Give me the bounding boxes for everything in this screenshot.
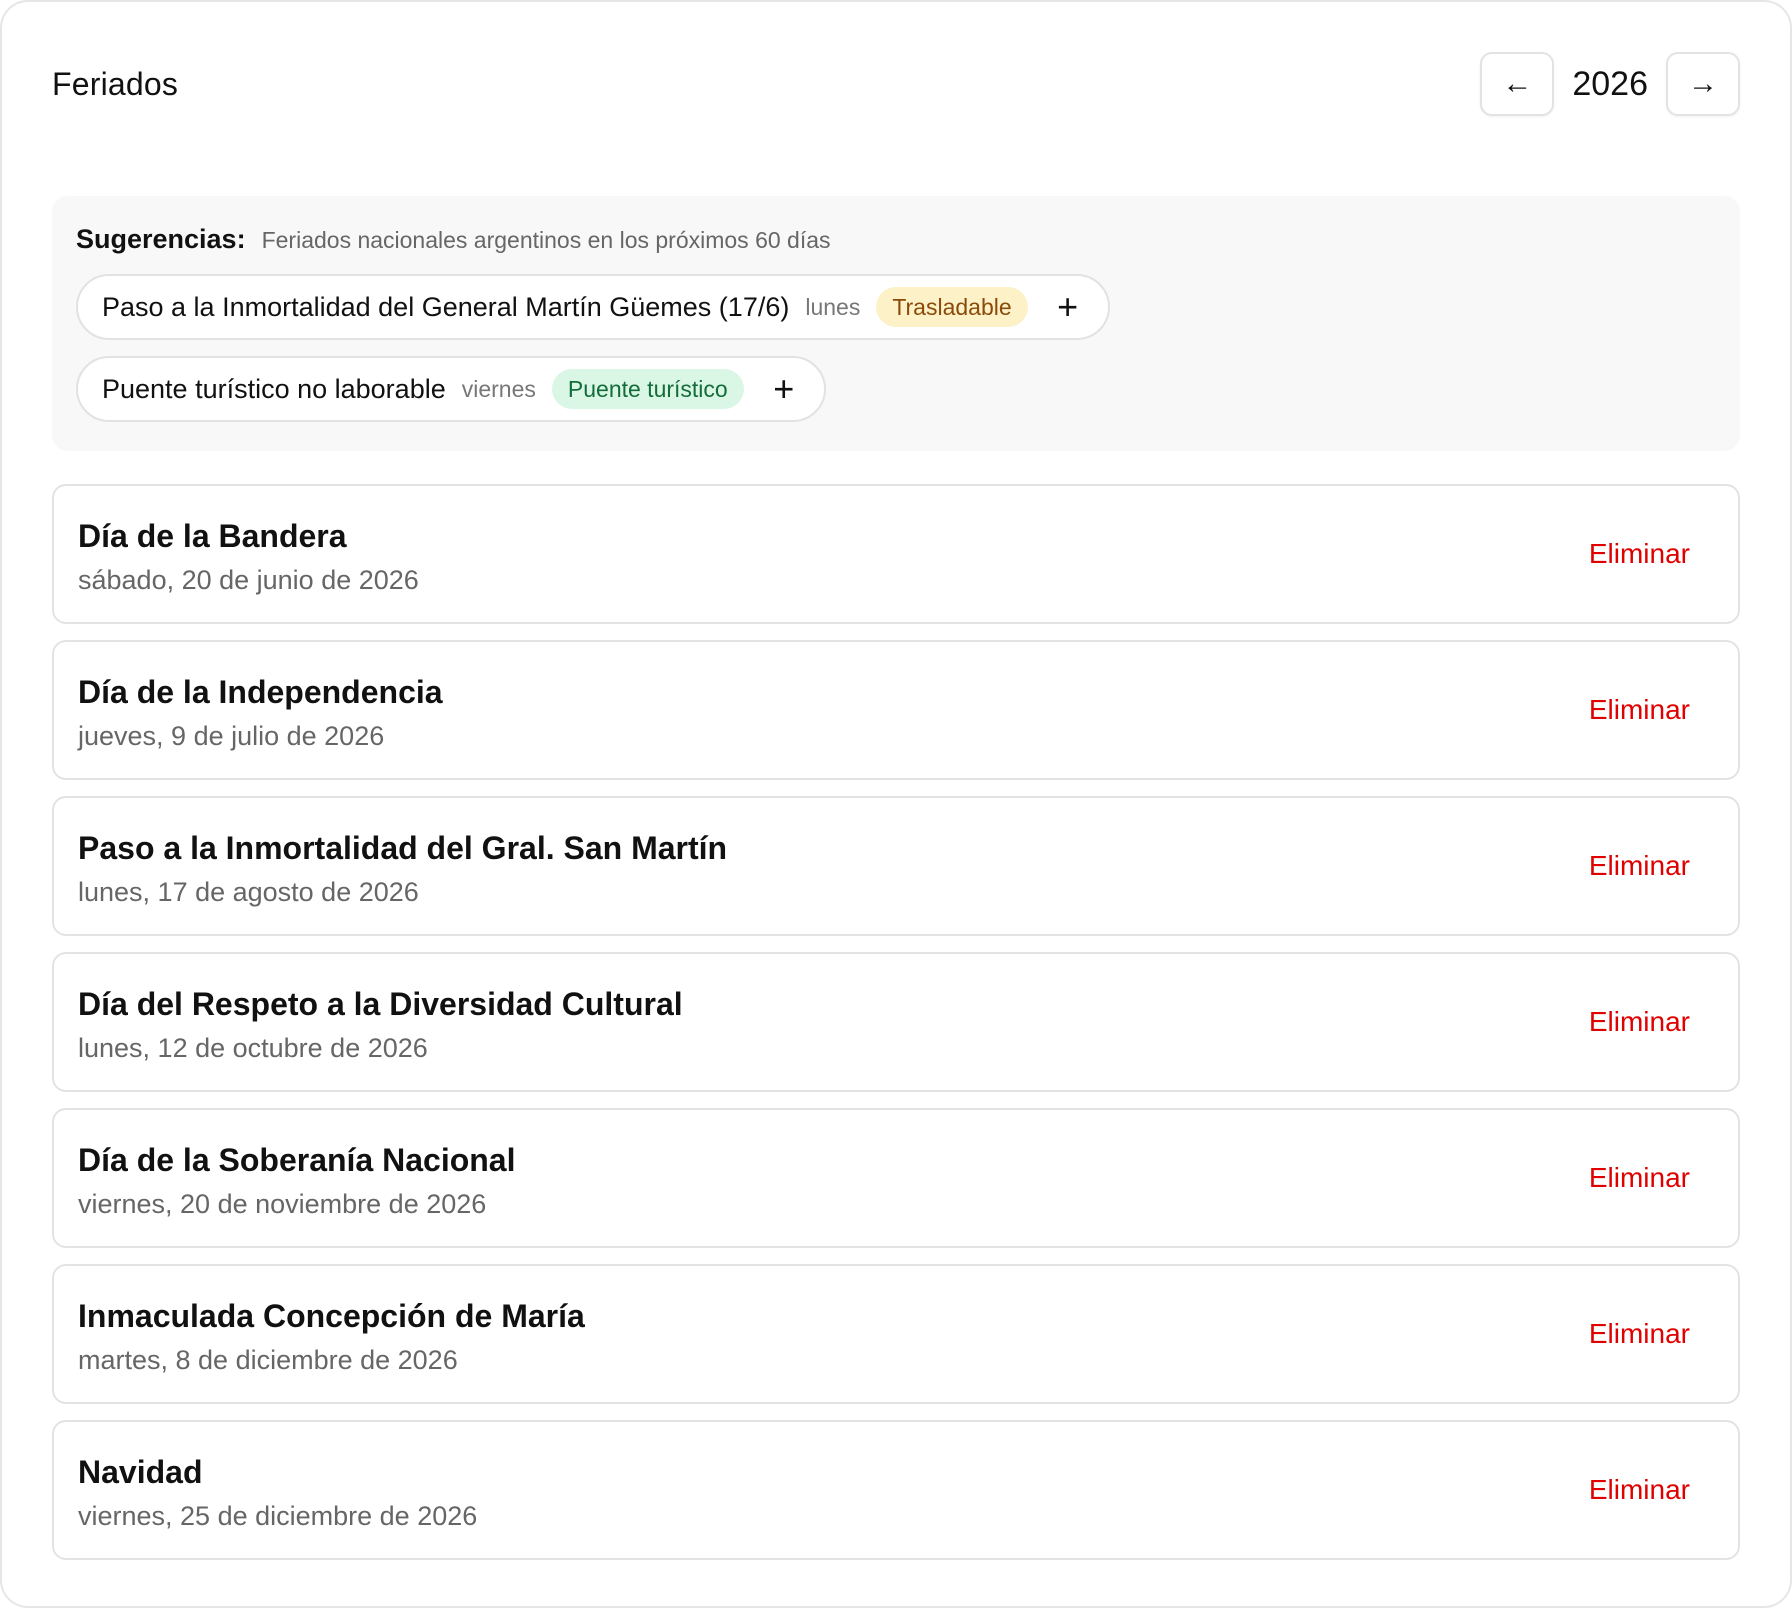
delete-button[interactable]: Eliminar: [1589, 1318, 1690, 1350]
suggestion-chip[interactable]: Puente turístico no laborable viernes Pu…: [76, 356, 826, 422]
delete-button[interactable]: Eliminar: [1589, 1006, 1690, 1038]
arrow-right-icon: →: [1688, 67, 1718, 100]
suggestions-subtitle: Feriados nacionales argentinos en los pr…: [261, 227, 831, 253]
holiday-name: Día de la Independencia: [78, 674, 443, 710]
holiday-name: Inmaculada Concepción de María: [78, 1298, 585, 1334]
suggestion-badge: Puente turístico: [551, 369, 744, 409]
header: Feriados ← 2026 →: [52, 52, 1740, 116]
holidays-card: Feriados ← 2026 → Sugerencias: Feriados …: [0, 0, 1792, 1608]
holiday-list: Día de la Bandera sábado, 20 de junio de…: [52, 484, 1740, 1576]
suggestions-title: Sugerencias:: [76, 224, 246, 254]
holiday-name: Paso a la Inmortalidad del Gral. San Mar…: [78, 830, 728, 866]
holiday-item: Paso a la Inmortalidad del Gral. San Mar…: [52, 796, 1740, 936]
suggestion-weekday: lunes: [805, 293, 861, 320]
holiday-item: Día de la Independencia jueves, 9 de jul…: [52, 640, 1740, 780]
holiday-item: Día de la Soberanía Nacional viernes, 20…: [52, 1108, 1740, 1248]
plus-icon[interactable]: +: [1052, 289, 1084, 325]
year-navigator: ← 2026 →: [1480, 52, 1740, 116]
next-year-button[interactable]: →: [1666, 52, 1740, 116]
holiday-item: Día del Respeto a la Diversidad Cultural…: [52, 952, 1740, 1092]
holiday-item: Inmaculada Concepción de María martes, 8…: [52, 1264, 1740, 1404]
suggestions-panel: Sugerencias: Feriados nacionales argenti…: [52, 196, 1740, 451]
holiday-name: Día del Respeto a la Diversidad Cultural: [78, 986, 683, 1022]
holiday-date: sábado, 20 de junio de 2026: [78, 565, 419, 595]
holiday-date: jueves, 9 de julio de 2026: [78, 721, 385, 751]
holiday-item: Día de la Bandera sábado, 20 de junio de…: [52, 484, 1740, 624]
page-title: Feriados: [52, 65, 179, 102]
holiday-date: viernes, 25 de diciembre de 2026: [78, 1501, 478, 1531]
holiday-name: Día de la Bandera: [78, 518, 347, 554]
suggestion-chip[interactable]: Paso a la Inmortalidad del General Martí…: [76, 274, 1110, 340]
holiday-name: Día de la Soberanía Nacional: [78, 1142, 516, 1178]
suggestions-header: Sugerencias: Feriados nacionales argenti…: [76, 224, 1716, 258]
holiday-name: Navidad: [78, 1454, 203, 1490]
plus-icon[interactable]: +: [768, 371, 800, 407]
suggestion-badge: Trasladable: [876, 287, 1028, 327]
delete-button[interactable]: Eliminar: [1589, 538, 1690, 570]
delete-button[interactable]: Eliminar: [1589, 850, 1690, 882]
arrow-left-icon: ←: [1502, 67, 1533, 100]
holiday-date: lunes, 17 de agosto de 2026: [78, 877, 419, 907]
holiday-date: lunes, 12 de octubre de 2026: [78, 1033, 428, 1063]
delete-button[interactable]: Eliminar: [1589, 1162, 1690, 1194]
delete-button[interactable]: Eliminar: [1589, 1474, 1690, 1506]
holiday-item: Navidad viernes, 25 de diciembre de 2026…: [52, 1420, 1740, 1560]
year-label: 2026: [1572, 64, 1648, 103]
holiday-date: martes, 8 de diciembre de 2026: [78, 1345, 458, 1375]
suggestion-weekday: viernes: [461, 375, 536, 402]
suggestion-name: Paso a la Inmortalidad del General Martí…: [102, 291, 790, 322]
previous-year-button[interactable]: ←: [1480, 52, 1555, 116]
delete-button[interactable]: Eliminar: [1589, 694, 1690, 726]
suggestion-name: Puente turístico no laborable: [102, 373, 446, 404]
holiday-date: viernes, 20 de noviembre de 2026: [78, 1189, 487, 1219]
